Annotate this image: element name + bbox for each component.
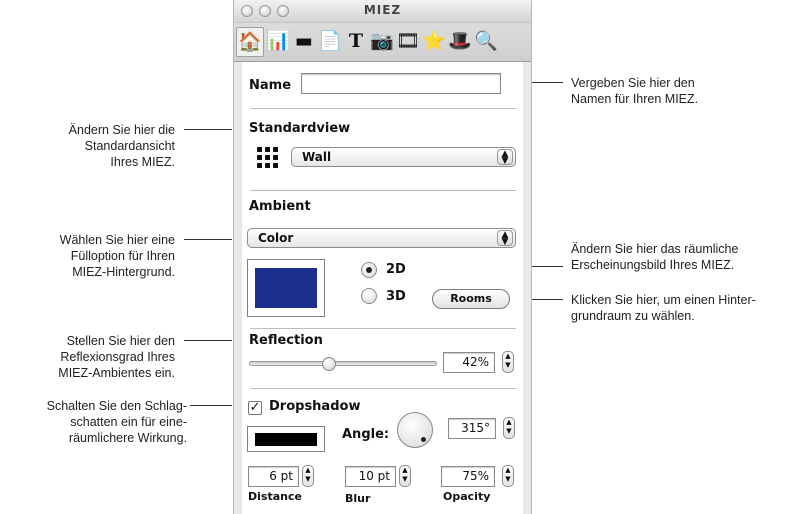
standardview-label: Standardview <box>249 121 351 136</box>
annotation-reflection: Stellen Sie hier den Reflexionsgrad Ihre… <box>58 334 175 380</box>
blur-value-field[interactable]: 10 pt <box>345 466 396 487</box>
toolbar: 🏠 📊 ▬ 📄 T 📷 🎞 ⭐ 🎩 🔍 <box>234 23 531 62</box>
updown-arrows-icon: ▲ ▼ <box>497 230 513 247</box>
ambient-color-well[interactable] <box>247 259 325 317</box>
name-input[interactable] <box>301 73 501 94</box>
reflection-slider-track[interactable] <box>249 361 437 366</box>
leader-ambient <box>184 239 232 240</box>
standardview-popup[interactable]: Wall ▲ ▼ <box>291 147 516 167</box>
radio-3d-label: 3D <box>386 289 406 304</box>
page-tool-icon[interactable]: 📄 <box>318 29 342 53</box>
photo-tool-icon[interactable]: 📷 <box>370 29 394 53</box>
annotation-dimension: Ändern Sie hier das räumliche Erscheinun… <box>571 242 739 272</box>
ambient-label: Ambient <box>249 199 311 214</box>
star-tool-icon[interactable]: ⭐ <box>422 29 446 53</box>
separator <box>250 108 516 109</box>
title-bar[interactable]: MIEZ <box>234 0 531 23</box>
angle-label: Angle: <box>342 427 390 442</box>
ambient-value: Color <box>258 231 294 245</box>
blur-stepper[interactable]: ▲ ▼ <box>399 465 411 487</box>
floor-tool-icon[interactable]: 📊 <box>266 29 290 53</box>
opacity-stepper[interactable]: ▲ ▼ <box>502 465 514 487</box>
dropshadow-checkbox[interactable]: ✓ <box>248 401 262 415</box>
angle-stepper[interactable]: ▲ ▼ <box>503 417 515 439</box>
annotation-ambient: Wählen Sie hier eine Fülloption für Ihre… <box>59 233 175 279</box>
opacity-value-field[interactable]: 75% <box>441 466 495 487</box>
ambient-popup[interactable]: Color ▲ ▼ <box>247 228 516 248</box>
radio-2d-label: 2D <box>386 262 406 277</box>
miez-window: MIEZ 🏠 📊 ▬ 📄 T 📷 🎞 ⭐ 🎩 🔍 Name Standardview Wall ▲… <box>233 0 532 514</box>
reflection-value-field[interactable]: 42% <box>443 352 495 373</box>
search-tool-icon[interactable]: 🔍 <box>474 29 498 53</box>
reflection-slider-knob[interactable] <box>322 357 337 371</box>
reflection-stepper[interactable]: ▲ ▼ <box>502 351 514 373</box>
angle-dial[interactable] <box>397 412 433 448</box>
leader-dropshadow <box>190 405 232 406</box>
reflection-label: Reflection <box>249 333 323 348</box>
annotation-name: Vergeben Sie hier den Namen für Ihren MI… <box>571 76 699 106</box>
radio-dot <box>366 267 372 273</box>
annotation-standardview: Ändern Sie hier die Standardansicht Ihre… <box>68 123 175 169</box>
film-tool-icon[interactable]: 🎞 <box>396 29 420 53</box>
distance-value-field[interactable]: 6 pt <box>248 466 299 487</box>
distance-label: Distance <box>248 490 302 503</box>
ambient-color-swatch <box>255 268 317 308</box>
window-title: MIEZ <box>363 3 402 17</box>
annotation-rooms: Klicken Sie hier, um einen Hinter- grund… <box>571 293 756 323</box>
shadow-color-well[interactable] <box>247 426 325 452</box>
blur-label: Blur <box>345 492 371 505</box>
grid-view-icon <box>257 147 278 168</box>
name-label: Name <box>249 78 292 93</box>
opacity-label: Opacity <box>443 490 491 503</box>
standardview-value: Wall <box>302 150 332 164</box>
shadow-color-swatch <box>255 433 317 446</box>
table-tool-icon[interactable]: ▬ <box>292 29 316 53</box>
distance-stepper[interactable]: ▲ ▼ <box>302 465 314 487</box>
separator <box>250 388 516 389</box>
home-tool-icon[interactable]: 🏠 <box>236 27 264 57</box>
angle-indicator <box>421 437 426 442</box>
angle-value-field[interactable]: 315° <box>448 418 496 439</box>
magic-tool-icon[interactable]: 🎩 <box>448 29 472 53</box>
leader-reflection <box>184 340 232 341</box>
radio-2d[interactable] <box>361 262 377 278</box>
leader-standardview <box>184 129 232 130</box>
annotation-dropshadow: Schalten Sie den Schlag- schatten ein fü… <box>46 399 187 445</box>
separator <box>250 328 516 329</box>
updown-arrows-icon: ▲ ▼ <box>497 149 513 166</box>
text-tool-icon[interactable]: T <box>344 29 368 53</box>
rooms-button[interactable]: Rooms <box>432 289 510 309</box>
radio-3d[interactable] <box>361 288 377 304</box>
dropshadow-label: Dropshadow <box>269 399 361 414</box>
inspector-panel: Name Standardview Wall ▲ ▼ Ambient Color … <box>242 62 523 514</box>
separator <box>250 190 516 191</box>
